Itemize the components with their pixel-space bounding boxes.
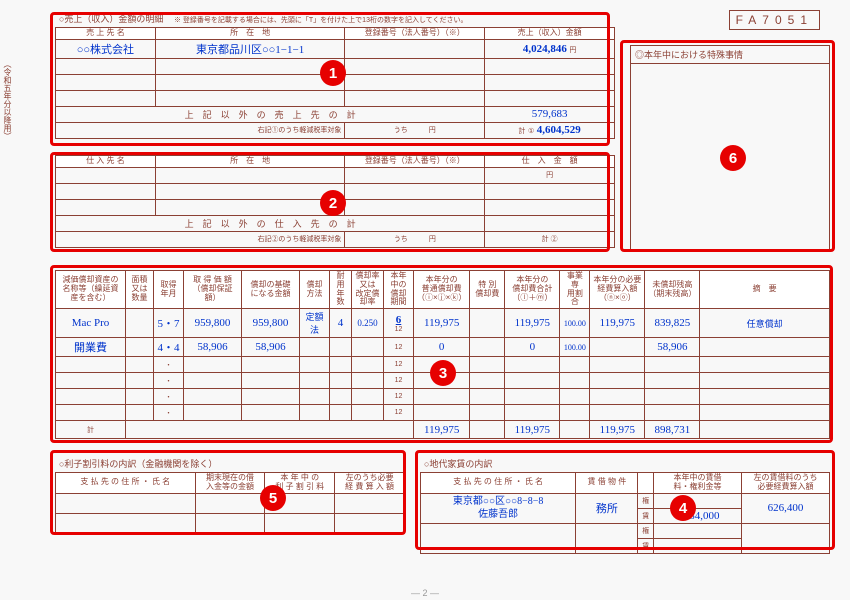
d-r2-date[interactable]: 4・4 bbox=[154, 338, 184, 357]
d-r2-name[interactable]: 開業費 bbox=[56, 338, 126, 357]
sec1-title-text: ○売上（収入）金額の明細 bbox=[59, 14, 163, 24]
h3-13: 事業専用割合 bbox=[560, 271, 590, 309]
h5-1: 支 払 先 の 住 所 ・ 氏 名 bbox=[56, 473, 196, 494]
r4-obj[interactable]: 務所 bbox=[576, 493, 638, 523]
d-r1-months[interactable]: 612 bbox=[384, 309, 414, 338]
d-r2-base[interactable]: 58,906 bbox=[242, 338, 300, 357]
r4-rent[interactable]: 2,784,000 bbox=[653, 508, 741, 523]
r4-exp[interactable]: 626,400 bbox=[741, 493, 829, 523]
d-sum-dep: 119,975 bbox=[414, 421, 470, 439]
h4-3: 本年中の賃借料・権利金等 bbox=[653, 473, 741, 494]
d-r1-life[interactable]: 4 bbox=[330, 309, 352, 338]
sec5-title: ○利子割引料の内訳（金融機関を除く） bbox=[55, 455, 405, 472]
h4-2: 賃 借 物 件 bbox=[576, 473, 638, 494]
d-r1-dep[interactable]: 119,975 bbox=[414, 309, 470, 338]
other-amt[interactable]: 579,683 bbox=[485, 106, 615, 122]
d-r1-rate[interactable]: 0.250 bbox=[352, 309, 384, 338]
h3-3: 取得年月 bbox=[154, 271, 184, 309]
h3-15: 未償却残高（期末残高） bbox=[645, 271, 700, 309]
d-sum-exp: 119,975 bbox=[590, 421, 645, 439]
rent-table: 支 払 先 の 住 所 ・ 氏 名 賃 借 物 件 本年中の賃借料・権利金等 左… bbox=[420, 472, 830, 554]
total-amt[interactable]: 4,604,529 bbox=[537, 124, 581, 136]
unit: 円 bbox=[569, 47, 576, 54]
d-r1-exp[interactable]: 119,975 bbox=[590, 309, 645, 338]
d-r1-name[interactable]: Mac Pro bbox=[56, 309, 126, 338]
form-sheet: ○売上（収入）金額の明細 ※ 登録番号を記載する場合には、先頭に「T」を付けた上… bbox=[15, 10, 835, 580]
r1-amt[interactable]: 4,024,846 bbox=[523, 43, 567, 55]
h3-2: 面積又は数量 bbox=[126, 271, 154, 309]
r1-addr[interactable]: 東京都品川区○○1−1−1 bbox=[155, 39, 345, 58]
sec1-note: ※ 登録番号を記載する場合には、先頭に「T」を付けた上で13桁の数字を記入してく… bbox=[174, 17, 468, 24]
h2-amt: 仕 入 金 額 bbox=[485, 156, 615, 168]
h-name: 売 上 先 名 bbox=[56, 28, 156, 40]
d-r2-dep[interactable]: 0 bbox=[414, 338, 470, 357]
purchase-table: 仕 入 先 名 所 在 地 登録番号（法人番号）（※） 仕 入 金 額 円 上 … bbox=[55, 155, 615, 248]
d-r1-ratio[interactable]: 100.00 bbox=[560, 309, 590, 338]
h3-12: 本年分の償却費合計（ⓛ＋ⓜ） bbox=[505, 271, 560, 309]
h3-9: 本年中の償却期間 bbox=[384, 271, 414, 309]
h4-1: 支 払 先 の 住 所 ・ 氏 名 bbox=[421, 473, 576, 494]
d-sum-label: 計 bbox=[56, 421, 126, 439]
h4-4: 左の賃借料のうち必要経費算入額 bbox=[741, 473, 829, 494]
d-r1-date[interactable]: 5・7 bbox=[154, 309, 184, 338]
reduced2-label: 右記②のうち軽減税率対象 bbox=[56, 231, 345, 247]
r1-reg[interactable] bbox=[345, 39, 485, 58]
h-addr: 所 在 地 bbox=[155, 28, 345, 40]
d-r1-base[interactable]: 959,800 bbox=[242, 309, 300, 338]
sales-table: 売 上 先 名 所 在 地 登録番号（法人番号）（※） 売上（収入）金額 ○○株… bbox=[55, 27, 615, 139]
h3-6: 償却方法 bbox=[300, 271, 330, 309]
depreciation-table: 減価償却資産の名称等（繰延資産を含む） 面積又は数量 取得年月 取 得 価 額（… bbox=[55, 270, 830, 439]
h5-3: 本 年 中 の利 子 割 引 料 bbox=[265, 473, 335, 494]
sec4-title: ○地代家賃の内訳 bbox=[420, 455, 830, 472]
h3-10: 本年分の普通償却費（ⓘ×ⓙ×ⓚ） bbox=[414, 271, 470, 309]
d-r1-note[interactable]: 任意償却 bbox=[700, 309, 830, 338]
h5-4: 左のうち必要経 費 算 入 額 bbox=[335, 473, 405, 494]
d-sum-total: 119,975 bbox=[505, 421, 560, 439]
h2-addr: 所 在 地 bbox=[155, 156, 345, 168]
h3-1: 減価償却資産の名称等（繰延資産を含む） bbox=[56, 271, 126, 309]
side-label: （令和五年分以降用） bbox=[2, 60, 13, 140]
r4-addrname[interactable]: 東京都○○区○○8−8−8佐藤吾郎 bbox=[421, 493, 576, 523]
other2-label: 上 記 以 外 の 仕 入 先 の 計 bbox=[56, 215, 485, 231]
h-reg: 登録番号（法人番号）（※） bbox=[345, 28, 485, 40]
d-r1-method[interactable]: 定額法 bbox=[300, 309, 330, 338]
h3-5: 償却の基礎になる金額 bbox=[242, 271, 300, 309]
h3-7: 耐用年数 bbox=[330, 271, 352, 309]
d-r1-acq[interactable]: 959,800 bbox=[184, 309, 242, 338]
h3-14: 本年分の必要経費算入額（ⓝ×ⓞ） bbox=[590, 271, 645, 309]
page-number: — 2 — bbox=[411, 588, 439, 598]
other-label: 上 記 以 外 の 売 上 先 の 計 bbox=[56, 106, 485, 122]
d-r2-total[interactable]: 0 bbox=[505, 338, 560, 357]
d-r2-ratio[interactable]: 100.00 bbox=[560, 338, 590, 357]
d-sum-bal: 898,731 bbox=[645, 421, 700, 439]
h-amt: 売上（収入）金額 bbox=[485, 28, 615, 40]
h3-4: 取 得 価 額（償却保証額） bbox=[184, 271, 242, 309]
sec6-title: ◎本年中における特殊事情 bbox=[631, 46, 829, 64]
reduced-label: 右記①のうち軽減税率対象 bbox=[56, 122, 345, 138]
r1-name[interactable]: ○○株式会社 bbox=[56, 39, 156, 58]
h3-11: 特 別償却費 bbox=[470, 271, 505, 309]
d-r2-bal[interactable]: 58,906 bbox=[645, 338, 700, 357]
d-r1-bal[interactable]: 839,825 bbox=[645, 309, 700, 338]
h3-8: 償却率又は改定償却率 bbox=[352, 271, 384, 309]
d-r2-acq[interactable]: 58,906 bbox=[184, 338, 242, 357]
sec6-body[interactable] bbox=[631, 64, 829, 249]
h3-16: 摘 要 bbox=[700, 271, 830, 309]
h2-reg: 登録番号（法人番号）（※） bbox=[345, 156, 485, 168]
interest-table: 支 払 先 の 住 所 ・ 氏 名 期末現在の借入金等の金額 本 年 中 の利 … bbox=[55, 472, 405, 534]
d-r1-total[interactable]: 119,975 bbox=[505, 309, 560, 338]
sec1-title: ○売上（収入）金額の明細 ※ 登録番号を記載する場合には、先頭に「T」を付けた上… bbox=[55, 10, 615, 27]
h5-2: 期末現在の借入金等の金額 bbox=[195, 473, 265, 494]
h2-name: 仕 入 先 名 bbox=[56, 156, 156, 168]
